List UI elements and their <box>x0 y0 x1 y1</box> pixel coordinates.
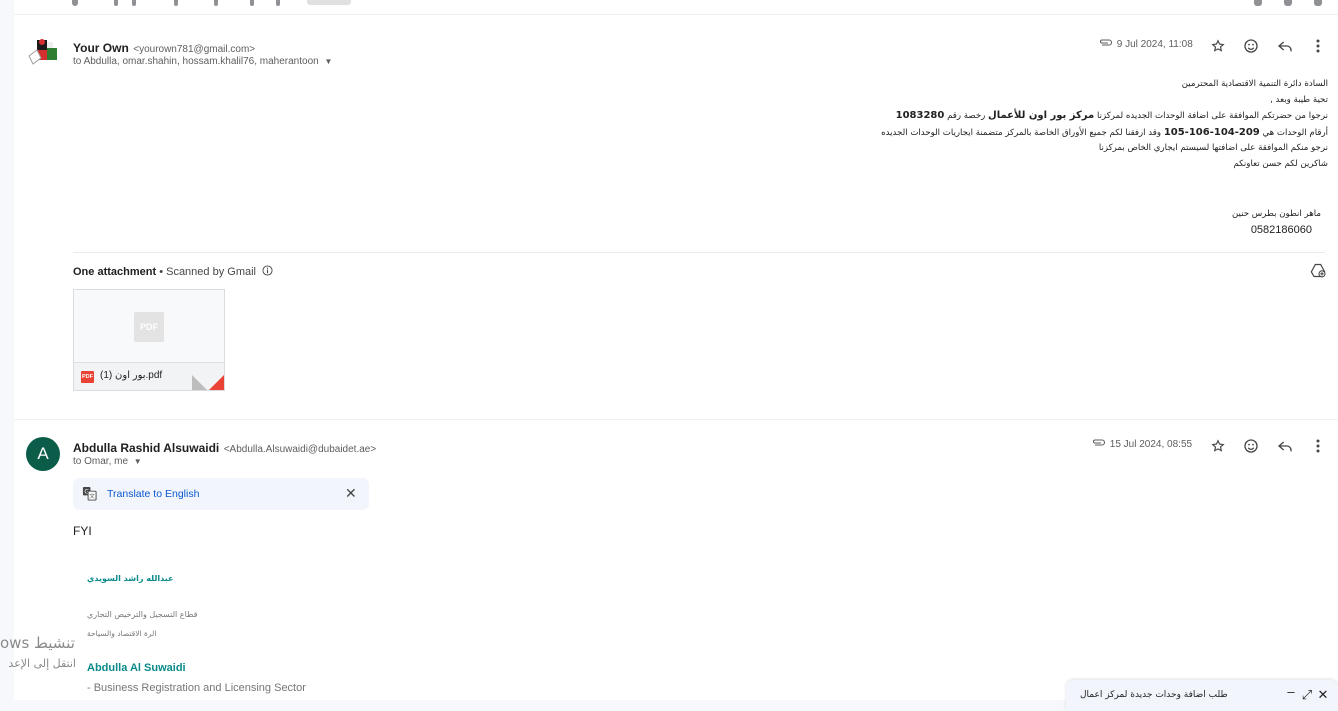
body-line: نرجوا من حضرتكم الموافقة على اضافة الوحد… <box>768 108 1328 125</box>
sender-email: <Abdulla.Alsuwaidi@dubaidet.ae> <box>223 444 377 455</box>
message1-sender[interactable]: Your Own <yourown781@gmail.com> <box>73 39 255 57</box>
body-line: نرجو منكم الموافقة على اضافتها لسيستم اي… <box>1098 143 1328 153</box>
more-options-icon[interactable] <box>1306 34 1330 58</box>
sender-name[interactable]: Abdulla Rashid Alsuwaidi <box>73 441 219 455</box>
emoji-reaction-icon[interactable] <box>1239 434 1263 458</box>
attachment-filename: بور اون (1).pdf <box>100 370 163 381</box>
activation-watermark-line2: انتقل إلى الإعد <box>8 657 76 670</box>
paperclip-icon <box>1098 38 1114 51</box>
translate-link[interactable]: Translate to English <box>107 488 199 500</box>
pdf-file-icon: PDF <box>134 312 164 342</box>
sender-email: <yourown781@gmail.com> <box>133 44 256 55</box>
body-text: نرجوا من حضرتكم الموافقة على اضافة الوحد… <box>1094 111 1328 121</box>
body-line: تحية طيبة وبعد , <box>1270 94 1328 105</box>
info-icon[interactable] <box>262 265 273 279</box>
message-date: 15 Jul 2024, 08:55 <box>1109 439 1193 451</box>
minimize-icon[interactable]: ‒ <box>1284 684 1298 699</box>
cut-glyph <box>132 0 136 6</box>
star-icon[interactable] <box>1206 434 1230 458</box>
minimized-compose[interactable]: طلب اضافة وحدات جديدة لمركز اعمال ‒ ⤢ ✕ <box>1066 680 1338 711</box>
cut-glyph <box>250 0 254 6</box>
attachment-card[interactable]: PDF PDF بور اون (1).pdf <box>73 289 225 391</box>
attachments-count: One attachment <box>73 266 157 278</box>
attachments-header: One attachment • Scanned by Gmail <box>73 265 273 279</box>
watermark-text: تنشيط <box>34 634 75 652</box>
paperclip-icon <box>1091 438 1107 451</box>
cut-glyph <box>114 0 118 6</box>
reply-icon[interactable] <box>1273 434 1297 458</box>
svg-text:文: 文 <box>89 492 95 500</box>
body-text: وقد ارفقنا لكم جميع الأوراق الخاصة بالمر… <box>881 127 1164 138</box>
signature-phone: 0582186060 <box>1250 224 1312 236</box>
close-icon[interactable]: ✕ <box>345 485 357 502</box>
message1-date-area: 9 Jul 2024, 11:08 <box>1098 38 1208 51</box>
compose-title[interactable]: طلب اضافة وحدات جديدة لمركز اعمال <box>1080 690 1228 700</box>
signature-english-sector: - Business Registration and Licensing Se… <box>87 682 306 694</box>
pdf-badge-icon: PDF <box>81 371 94 383</box>
chevron-down-icon[interactable]: ▼ <box>325 57 333 66</box>
conversation-panel: Your Own <yourown781@gmail.com> to Abdul… <box>14 0 1338 700</box>
attachment-footer: PDF بور اون (1).pdf <box>74 362 224 390</box>
message1-body: السادة دائرة التنمية الاقتصادية المحترمي… <box>768 77 1328 172</box>
message2-body: FYI <box>73 524 92 538</box>
sender-avatar-puzzle[interactable] <box>27 38 59 68</box>
center-name: مركز بور اون للأعمال <box>988 110 1095 121</box>
translate-bar: G文 Translate to English ✕ <box>73 478 369 510</box>
cut-icon[interactable] <box>1314 0 1322 6</box>
emoji-reaction-icon[interactable] <box>1239 34 1263 58</box>
sender-avatar[interactable]: A <box>26 437 60 471</box>
translate-icon: G文 <box>82 486 97 506</box>
cut-glyph <box>72 0 78 6</box>
cut-icon[interactable] <box>1254 0 1262 6</box>
body-text: رخصة رقم <box>944 111 989 121</box>
close-icon[interactable]: ✕ <box>1316 687 1330 703</box>
star-icon[interactable] <box>1206 34 1230 58</box>
add-to-drive-icon[interactable] <box>1306 258 1330 282</box>
cut-icon[interactable] <box>1284 0 1292 6</box>
message1-recipients[interactable]: to Abdulla, omar.shahin, hossam.khalil76… <box>73 56 332 67</box>
activation-watermark-line1: ows تنشيط <box>0 634 75 652</box>
message-separator <box>14 419 1338 420</box>
signature-english-name: Abdulla Al Suwaidi <box>87 662 186 674</box>
message2-date-area: 15 Jul 2024, 08:55 <box>1091 438 1211 451</box>
message2-recipients[interactable]: to Omar, me ▼ <box>73 456 142 467</box>
chevron-down-icon[interactable]: ▼ <box>134 457 142 466</box>
body-text: أرقام الوحدات هي <box>1259 127 1328 138</box>
signature-arabic-sector: قطاع التسجيل والترخيص التجاري <box>87 610 198 619</box>
page-corner-icon <box>208 375 224 390</box>
sender-name[interactable]: Your Own <box>73 41 129 55</box>
cut-glyph <box>276 0 280 6</box>
reply-icon[interactable] <box>1273 34 1297 58</box>
scanned-label: • Scanned by Gmail <box>156 266 256 278</box>
license-number: 1083280 <box>895 110 945 121</box>
more-options-icon[interactable] <box>1306 434 1330 458</box>
cut-chip <box>307 0 351 5</box>
body-line: السادة دائرة التنمية الاقتصادية المحترمي… <box>1181 79 1328 89</box>
attachments-divider <box>73 252 1325 253</box>
cut-glyph <box>214 0 218 6</box>
signature-arabic-name: عبدالله راشد السويدي <box>87 574 174 583</box>
signature-arabic-dept: الرة الاقتصاد والسياحة <box>87 629 157 638</box>
page-fold-icon <box>192 375 208 390</box>
expand-icon[interactable]: ⤢ <box>1300 687 1314 703</box>
body-line: شاكرين لكم حسن تعاونكم <box>1233 158 1328 169</box>
unit-numbers: 105-106-104-209 <box>1163 126 1260 138</box>
message-date: 9 Jul 2024, 11:08 <box>1116 39 1193 51</box>
recipients-text: to Omar, me <box>73 456 129 467</box>
cut-glyph <box>174 0 178 6</box>
previous-message-strip <box>14 0 1338 15</box>
signature-name: ماهر انطون بطرس حنين <box>1232 209 1321 219</box>
watermark-tail: ows <box>0 634 30 652</box>
message2-sender[interactable]: Abdulla Rashid Alsuwaidi <Abdulla.Alsuwa… <box>73 439 376 457</box>
body-line: أرقام الوحدات هي 105-106-104-209 وقد ارف… <box>768 125 1328 142</box>
recipients-text: to Abdulla, omar.shahin, hossam.khalil76… <box>73 56 319 67</box>
